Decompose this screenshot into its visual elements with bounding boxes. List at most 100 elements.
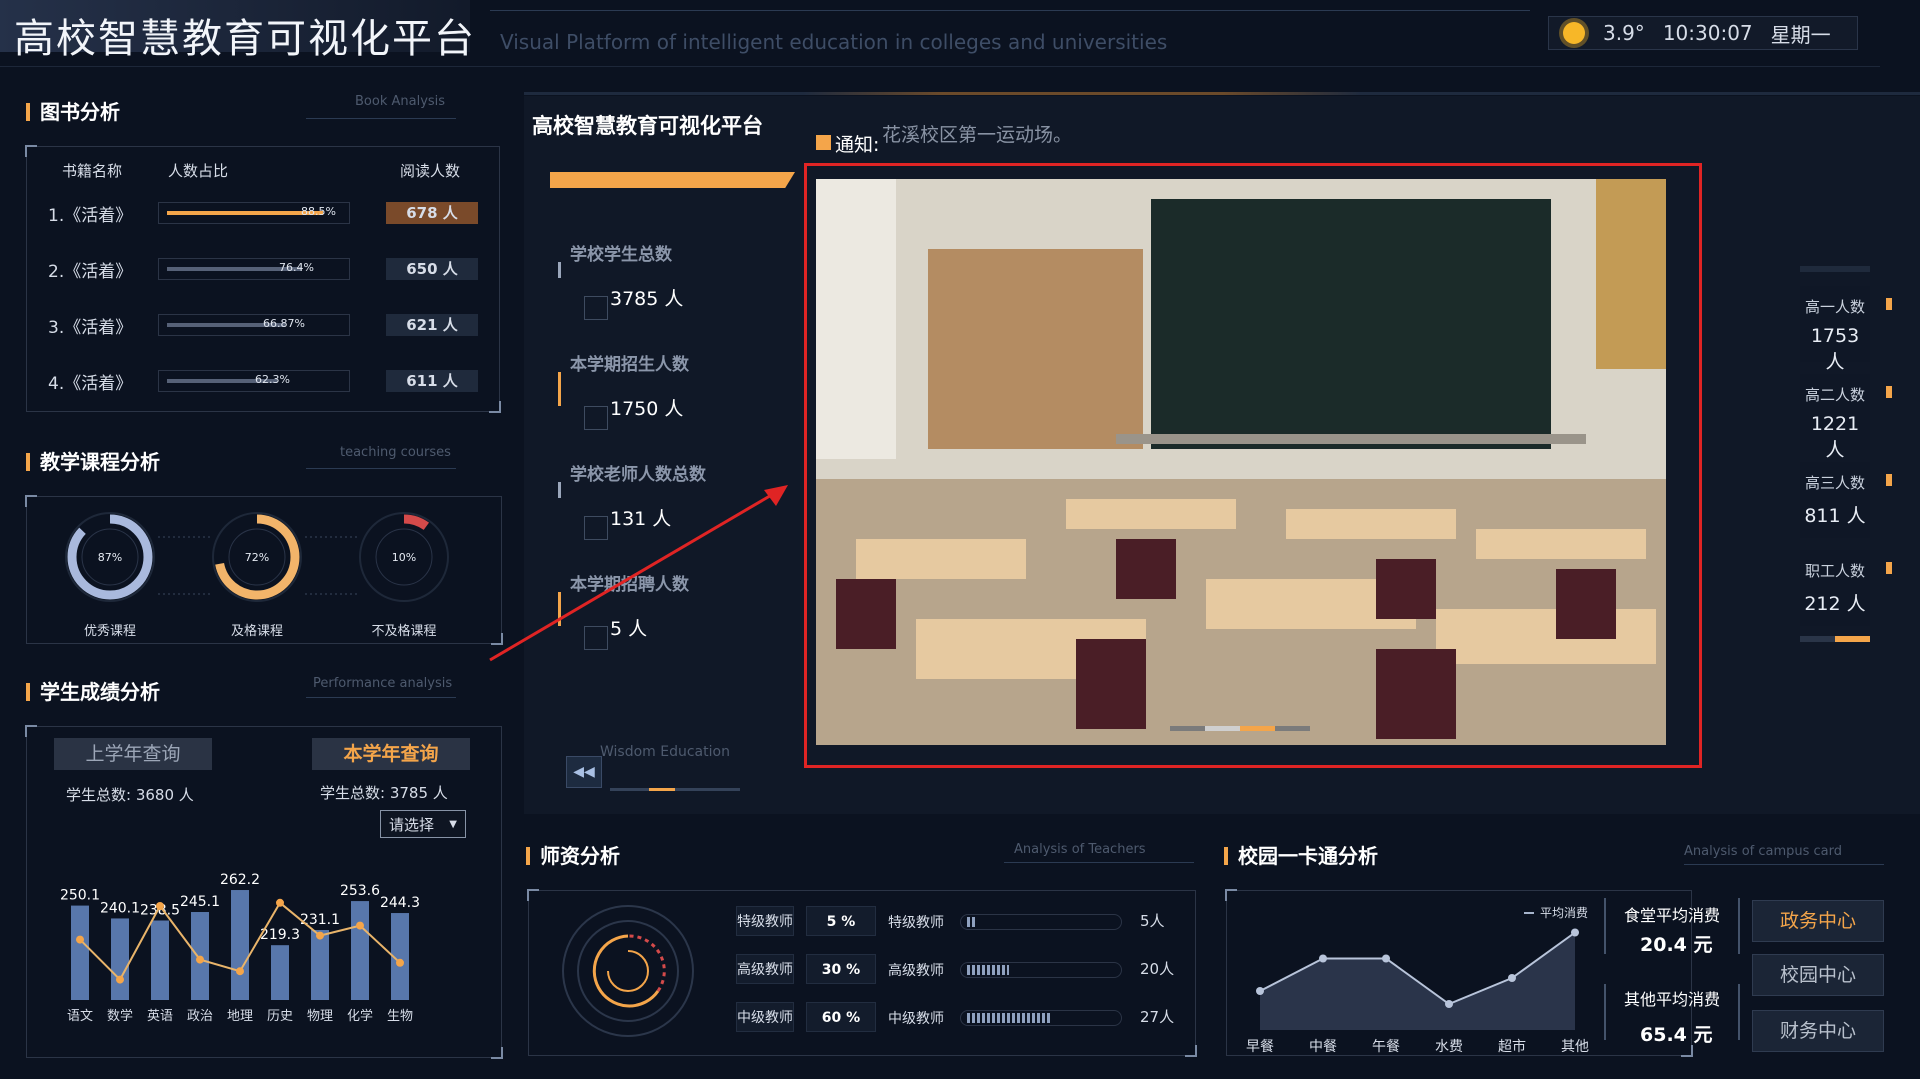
stat-icon: [584, 406, 608, 430]
teacher-bar-fill: [967, 917, 975, 927]
grade-card: 高三人数 811 人: [1800, 462, 1870, 538]
score-line-point: [76, 935, 84, 944]
score-category-label: 政治: [187, 1009, 213, 1024]
clock: 10:30:07: [1662, 21, 1753, 45]
card-title-line: [1684, 864, 1884, 865]
notice-text: 花溪校区第一运动场。: [882, 124, 1073, 146]
teacher-count: 20人: [1140, 960, 1175, 978]
card-x-label: 其他: [1561, 1039, 1589, 1055]
score-line-point: [116, 975, 124, 984]
grade-label: 高一人数: [1804, 298, 1865, 316]
card-x-label: 午餐: [1372, 1039, 1400, 1055]
teacher-level: 中级教师: [736, 1002, 794, 1032]
teacher-title-line: [1004, 862, 1194, 863]
stat-marker: [558, 262, 561, 278]
book-row: 2.《活着》 76.4% 650 人: [48, 254, 478, 284]
government-center-button[interactable]: 政务中心: [1752, 900, 1884, 942]
score-category-label: 物理: [307, 1009, 333, 1024]
chevron-down-icon: ▼: [449, 818, 457, 830]
temperature: 3.9°: [1603, 21, 1645, 45]
book-name: 3.《活着》: [48, 317, 133, 338]
score-category-label: 化学: [347, 1008, 373, 1024]
score-line-point: [356, 921, 364, 930]
teacher-radar-icon: [562, 905, 694, 1037]
card-x-label: 早餐: [1246, 1039, 1274, 1055]
finance-center-button[interactable]: 财务中心: [1752, 1010, 1884, 1052]
book-panel-title: 图书分析: [26, 96, 120, 125]
teacher-name: 高级教师: [888, 963, 944, 979]
teacher-panel-title: 师资分析: [526, 840, 620, 869]
prev-year-button[interactable]: 上学年查询: [54, 738, 212, 770]
score-category-label: 英语: [147, 1009, 173, 1024]
notice-label: 通知:: [835, 134, 880, 156]
campus-center-button[interactable]: 校园中心: [1752, 954, 1884, 996]
book-name: 4.《活着》: [48, 373, 133, 394]
grade-card: 职工人数 212 人: [1800, 550, 1870, 626]
teacher-bar-track: [960, 962, 1122, 978]
teacher-pct: 60 %: [806, 1002, 876, 1032]
side-scroll-down[interactable]: [1800, 636, 1870, 642]
book-col-pct: 人数占比: [168, 162, 229, 180]
book-pct: 76.4%: [279, 261, 314, 274]
score-bar-value: 231.1: [300, 912, 340, 928]
donut-label: 及格课程: [230, 624, 283, 639]
score-bar-value: 244.3: [380, 895, 420, 911]
classroom-image: [816, 179, 1666, 745]
donut-pct: 72%: [245, 551, 269, 564]
book-col-count: 阅读人数: [400, 162, 461, 180]
other-label: 其他平均消费: [1624, 990, 1721, 1009]
book-name: 2.《活着》: [48, 261, 133, 282]
score-bar: [311, 930, 329, 1000]
course-panel-title: 教学课程分析: [26, 446, 160, 475]
book-row: 3.《活着》 66.87% 621 人: [48, 310, 478, 340]
teacher-bar-fill: [967, 1013, 1051, 1023]
book-pct: 66.87%: [263, 317, 305, 330]
center-top-line: [524, 92, 1920, 95]
grade-value: 1753 人: [1810, 325, 1860, 373]
book-bar-track: 66.87%: [158, 314, 350, 336]
book-bar-track: 88.5%: [158, 202, 350, 224]
course-title-line: [306, 468, 456, 469]
book-col-name: 书籍名称: [62, 162, 123, 180]
score-title-line: [306, 697, 456, 698]
current-year-button[interactable]: 本学年查询: [312, 738, 470, 770]
other-value: 65.4 元: [1640, 1024, 1713, 1046]
teacher-bar-track: [960, 914, 1122, 930]
donut-pct: 87%: [98, 551, 122, 564]
stat-label: 学校学生总数: [570, 245, 672, 265]
grade-value: 212 人: [1804, 593, 1866, 615]
rewind-button[interactable]: ◀◀: [566, 756, 602, 788]
page-subtitle: Visual Platform of intelligent education…: [500, 30, 1168, 54]
score-bar-value: 245.1: [180, 894, 220, 910]
book-row: 1.《活着》 88.5% 678 人: [48, 198, 478, 228]
score-bar: [351, 901, 369, 1000]
current-total: 学生总数: 3785 人: [320, 784, 448, 802]
score-bar-value: 240.1: [100, 900, 140, 916]
score-bar: [231, 890, 249, 1000]
side-scroll-up[interactable]: [1800, 266, 1870, 272]
score-category-label: 数学: [107, 1008, 133, 1024]
card-point: [1445, 1000, 1453, 1008]
score-category-label: 历史: [267, 1009, 293, 1024]
book-panel-subtitle: Book Analysis: [355, 94, 446, 109]
donut-label: 不及格课程: [371, 624, 437, 639]
legend-swatch: [1524, 911, 1534, 914]
book-pct: 62.3%: [255, 373, 290, 386]
book-count: 621 人: [386, 314, 478, 336]
score-bar-value: 219.3: [260, 927, 300, 943]
teacher-level: 特级教师: [736, 906, 794, 936]
stat-icon: [584, 296, 608, 320]
teacher-bar-fill: [967, 965, 1009, 975]
teacher-count: 27人: [1140, 1008, 1175, 1026]
card-x-label: 水费: [1435, 1039, 1463, 1055]
year-select[interactable]: 请选择 ▼: [380, 810, 466, 838]
card-x-label: 超市: [1498, 1039, 1526, 1055]
prev-total: 学生总数: 3680 人: [66, 786, 194, 804]
book-title-line: [306, 118, 456, 119]
year-select-value: 请选择: [389, 815, 435, 834]
score-line-point: [396, 958, 404, 967]
score-line-point: [196, 955, 204, 964]
book-count: 650 人: [386, 258, 478, 280]
grade-card: 高一人数 1753 人: [1800, 286, 1870, 373]
header-divider: [490, 10, 1530, 11]
